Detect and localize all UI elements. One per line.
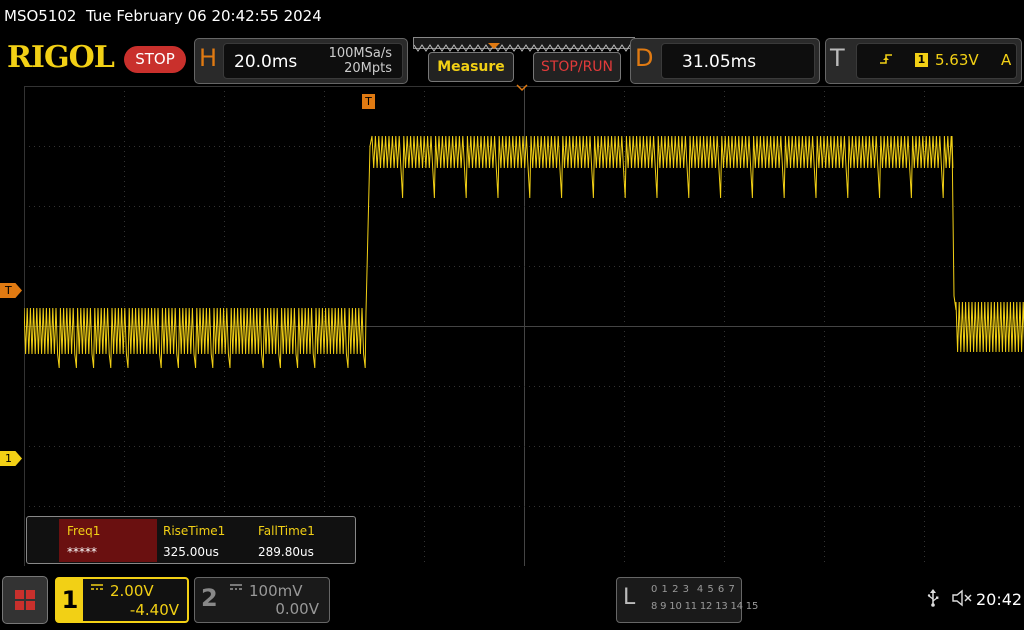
horizontal-readout: 20.0ms 100MSa/s 20Mpts (223, 43, 403, 79)
main-menu-button[interactable] (2, 576, 48, 624)
horizontal-letter: H (199, 44, 218, 72)
run-state-badge[interactable]: STOP (124, 46, 186, 73)
channel1-scale: 2.00V (110, 582, 154, 600)
measurement-panel[interactable]: Freq1 ***** RiseTime1 325.00us FallTime1… (26, 516, 356, 564)
trigger-position-marker[interactable]: T (362, 94, 375, 109)
logic-analyzer-panel[interactable]: L 0 1 2 3 4 5 6 7 8 9 10 11 12 13 14 15 (616, 577, 758, 623)
delay-readout: 31.05ms (661, 43, 815, 79)
title-bar: MSO5102 Tue February 06 20:42:55 2024 (0, 0, 1024, 34)
channel2-offset: 0.00V (275, 600, 319, 618)
channel1-offset: -4.40V (129, 601, 179, 619)
delay-letter: D (635, 44, 654, 72)
usb-icon[interactable] (926, 589, 940, 612)
memory-depth: 20Mpts (344, 61, 392, 76)
channel2-number: 2 (201, 584, 218, 612)
trigger-panel[interactable]: T 1 5.63V A (825, 38, 1022, 84)
measurement-risetime[interactable]: RiseTime1 325.00us (155, 519, 251, 562)
rising-edge-icon (879, 52, 893, 70)
trigger-level-marker[interactable]: T (0, 283, 22, 298)
speaker-muted-icon[interactable] (951, 589, 973, 611)
stop-run-button[interactable]: STOP/RUN (533, 52, 621, 82)
measurement-freq[interactable]: Freq1 ***** (59, 519, 157, 562)
measurement-label: RiseTime1 (163, 524, 226, 538)
horizontal-panel[interactable]: H 20.0ms 100MSa/s 20Mpts (194, 38, 408, 84)
trigger-position-top-marker (516, 84, 528, 92)
channel2-scale: 100mV (249, 582, 303, 600)
menu-grid-icon (15, 590, 35, 610)
delay-value: 31.05ms (682, 52, 757, 72)
dc-coupling-icon (229, 581, 243, 595)
measurement-value: 325.00us (163, 545, 219, 559)
trigger-letter: T (830, 44, 845, 72)
digital-channels-row1: 0 1 2 3 4 5 6 7 (651, 584, 736, 595)
measurement-label: FallTime1 (258, 524, 315, 538)
measurement-value: ***** (67, 545, 97, 559)
instrument-title: MSO5102 Tue February 06 20:42:55 2024 (4, 7, 322, 25)
dc-coupling-icon (90, 581, 104, 595)
logic-analyzer-letter: L (623, 585, 636, 610)
measurement-value: 289.80us (258, 545, 314, 559)
trigger-level: 5.63V (935, 51, 979, 69)
trigger-source-badge: 1 (915, 53, 928, 67)
digital-channels-row2: 8 9 10 11 12 13 14 15 (651, 601, 759, 612)
time-scale: 20.0ms (234, 52, 298, 72)
channel2-panel[interactable]: 2 100mV 0.00V (194, 577, 330, 623)
measurement-falltime[interactable]: FallTime1 289.80us (250, 519, 350, 562)
channel1-ground-marker[interactable]: 1 (0, 451, 22, 466)
waveform-display[interactable] (24, 86, 1024, 566)
rigol-logo: RIGOL (7, 40, 115, 75)
trigger-readout: 1 5.63V A (856, 43, 1017, 79)
channel1-panel[interactable]: 1 2.00V -4.40V (55, 577, 189, 623)
system-clock: 20:42 (976, 590, 1023, 609)
memory-navigation-bar[interactable] (413, 37, 635, 52)
trigger-mode: A (1001, 51, 1012, 69)
measure-button[interactable]: Measure (428, 52, 514, 82)
graticule (24, 86, 1024, 566)
delay-panel[interactable]: D 31.05ms (630, 38, 820, 84)
sample-rate: 100MSa/s (328, 46, 392, 61)
channel1-number: 1 (57, 579, 83, 621)
measurement-label: Freq1 (67, 524, 101, 538)
